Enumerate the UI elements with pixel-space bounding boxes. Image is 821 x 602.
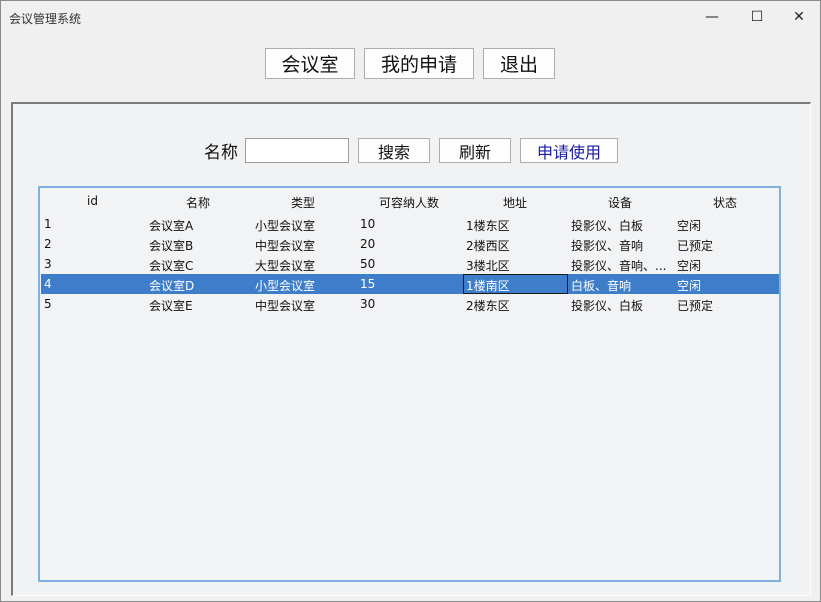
cell-name: 会议室E [149, 299, 193, 313]
column-header-status[interactable]: 状态 [713, 194, 737, 211]
cell-capacity: 50 [360, 257, 376, 271]
column-header-name[interactable]: 名称 [186, 194, 210, 211]
column-header-id[interactable]: id [87, 194, 98, 208]
meeting-rooms-button[interactable]: 会议室 [265, 48, 355, 79]
cell-address: 1楼东区 [466, 219, 510, 233]
cell-name: 会议室B [149, 239, 194, 253]
cell-type: 中型会议室 [255, 239, 316, 253]
cell-address: 2楼东区 [466, 299, 510, 313]
cell-type: 小型会议室 [255, 279, 316, 293]
cell-equipment: 投影仪、音响、... [571, 259, 667, 273]
cell-capacity: 30 [360, 297, 376, 311]
cell-name: 会议室A [149, 219, 194, 233]
cell-status: 空闲 [677, 219, 702, 233]
column-header-address[interactable]: 地址 [503, 194, 527, 211]
column-header-capacity[interactable]: 可容纳人数 [379, 194, 439, 211]
title-bar: 会议管理系统 — ☐ ✕ [1, 1, 820, 33]
close-icon[interactable]: ✕ [776, 1, 821, 33]
cell-status: 空闲 [677, 279, 702, 293]
cell-address: 3楼北区 [466, 259, 510, 273]
cell-status: 已预定 [677, 239, 714, 253]
search-button[interactable]: 搜索 [358, 138, 430, 163]
cell-id: 2 [44, 237, 52, 251]
column-header-type[interactable]: 类型 [291, 194, 315, 211]
cell-equipment: 投影仪、音响 [571, 239, 644, 253]
column-header-equipment[interactable]: 设备 [608, 194, 632, 211]
cell-equipment: 投影仪、白板 [571, 219, 644, 233]
cell-id: 1 [44, 217, 52, 231]
window-title: 会议管理系统 [9, 12, 82, 26]
cell-name: 会议室D [149, 279, 195, 293]
cell-equipment: 白板、音响 [571, 279, 632, 293]
cell-capacity: 10 [360, 217, 376, 231]
exit-button[interactable]: 退出 [483, 48, 555, 79]
apply-button[interactable]: 申请使用 [520, 138, 618, 163]
app-window: 会议管理系统 — ☐ ✕ 会议室 我的申请 退出 名称 搜索 刷新 申请使用 i… [0, 0, 821, 602]
cell-type: 小型会议室 [255, 219, 316, 233]
cell-equipment: 投影仪、白板 [571, 299, 644, 313]
cell-type: 中型会议室 [255, 299, 316, 313]
name-label: 名称 [204, 143, 238, 163]
cell-address: 1楼南区 [466, 279, 510, 293]
cell-capacity: 15 [360, 277, 376, 291]
my-applications-button[interactable]: 我的申请 [364, 48, 474, 79]
cell-capacity: 20 [360, 237, 376, 251]
cell-address: 2楼西区 [466, 239, 510, 253]
cell-status: 已预定 [677, 299, 714, 313]
name-search-input[interactable] [245, 138, 349, 163]
cell-type: 大型会议室 [255, 259, 316, 273]
refresh-button[interactable]: 刷新 [439, 138, 511, 163]
cell-name: 会议室C [149, 259, 194, 273]
minimize-icon[interactable]: — [689, 1, 735, 33]
cell-status: 空闲 [677, 259, 702, 273]
cell-id: 5 [44, 297, 52, 311]
cell-id: 3 [44, 257, 52, 271]
maximize-icon[interactable]: ☐ [734, 1, 780, 33]
cell-id: 4 [44, 277, 52, 291]
